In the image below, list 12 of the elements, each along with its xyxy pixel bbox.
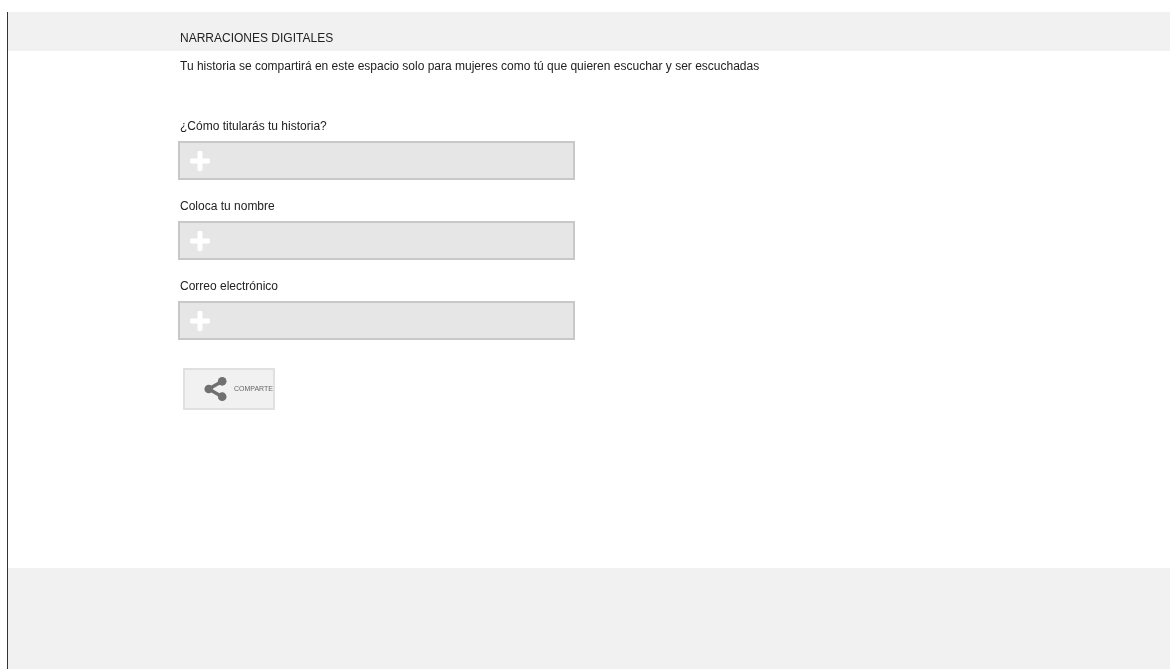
input-field[interactable]: [178, 221, 575, 260]
page-title: NARRACIONES DIGITALES: [180, 30, 334, 47]
plus-icon: [190, 150, 210, 171]
plus-icon: [190, 230, 210, 251]
plus-icon: [190, 310, 210, 331]
field-label: ¿Cómo titularás tu historia?: [180, 118, 328, 135]
field-label: Coloca tu nombre: [180, 198, 276, 215]
intro-text: Tu historia se compartirá en este espacio solo para mujeres como tú que quieren escuchar y ser escuchadas: [180, 58, 761, 75]
input-field[interactable]: [178, 141, 575, 180]
field-label: Correo electrónico: [180, 278, 280, 295]
input-field[interactable]: [178, 301, 575, 340]
share-icon: [203, 376, 228, 402]
